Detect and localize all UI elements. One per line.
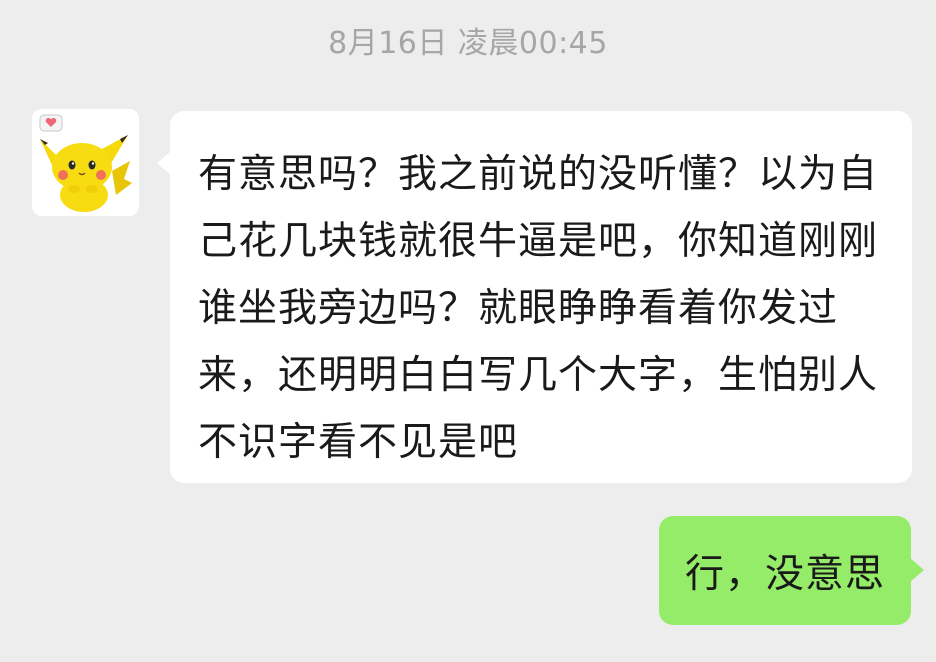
incoming-message-text: 有意思吗？我之前说的没听懂？以为自己花几块钱就很牛逼是吧，你知道刚刚谁坐我旁边吗… [198,152,879,465]
contact-avatar[interactable] [32,109,139,216]
outgoing-message-bubble[interactable]: 行，没意思 [658,516,925,625]
chat-timestamp: 8月16日 凌晨00:45 [328,26,608,61]
pikachu-avatar-icon [32,109,139,216]
outgoing-message-text: 行，没意思 [684,551,885,597]
incoming-message-bubble[interactable]: 有意思吗？我之前说的没听懂？以为自己花几块钱就很牛逼是吧，你知道刚刚谁坐我旁边吗… [157,111,912,483]
